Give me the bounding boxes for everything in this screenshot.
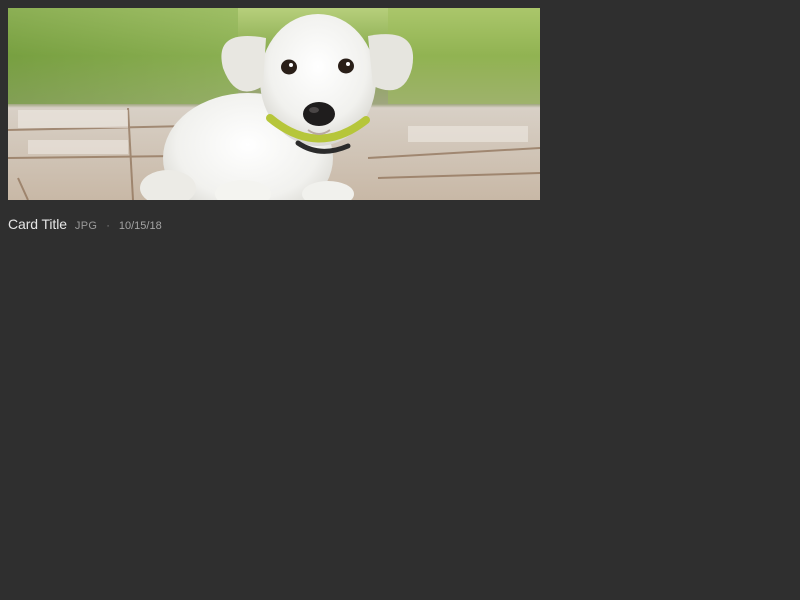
card-footer: Card Title JPG · 10/15/18 bbox=[8, 208, 540, 240]
puppy-photo bbox=[8, 8, 540, 200]
modified-date: 10/15/18 bbox=[118, 220, 162, 232]
card-title[interactable]: Card Title bbox=[8, 208, 67, 240]
meta-separator: · bbox=[106, 220, 110, 232]
card-thumbnail-image[interactable] bbox=[8, 8, 540, 200]
file-type-label: JPG bbox=[74, 220, 98, 232]
asset-card[interactable]: Card Title JPG · 10/15/18 bbox=[8, 8, 540, 240]
